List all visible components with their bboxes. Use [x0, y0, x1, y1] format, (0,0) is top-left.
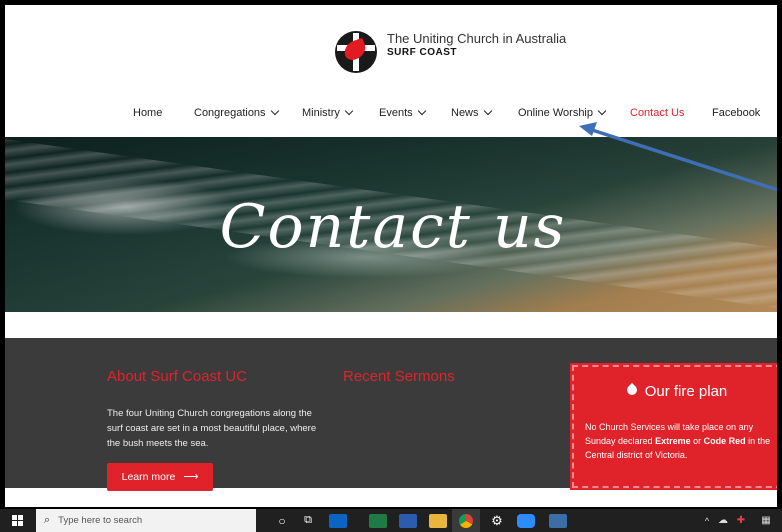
photos-icon[interactable] — [548, 509, 568, 532]
search-icon: ⌕ — [44, 514, 51, 526]
chrome-icon[interactable] — [452, 509, 480, 532]
onedrive-cloud-icon[interactable]: ☁ — [716, 509, 730, 532]
windows-logo-icon — [11, 515, 23, 526]
keyboard-icon[interactable]: ▦ — [756, 509, 776, 532]
taskbar-search[interactable]: ⌕ Type here to search — [36, 509, 256, 532]
zoom-icon[interactable] — [516, 509, 536, 532]
start-button[interactable] — [6, 509, 28, 532]
cortana-icon[interactable]: ○ — [274, 509, 290, 532]
annotation-arrow — [579, 122, 777, 192]
task-view-icon[interactable]: ⧉ — [300, 509, 316, 532]
outlook-icon[interactable] — [328, 509, 348, 532]
browser-viewport: The Uniting Church in Australia SURF COA… — [3, 3, 779, 509]
word-icon[interactable] — [398, 509, 418, 532]
chevron-up-icon[interactable]: ^ — [700, 509, 714, 532]
teams-tray-icon[interactable]: ✚ — [734, 509, 748, 532]
windows-taskbar: ⌕ Type here to search ○ ⧉ ⚙ ^ ☁ ✚ ▦ — [0, 509, 782, 532]
settings-gear-icon[interactable]: ⚙ — [488, 509, 506, 532]
search-placeholder: Type here to search — [58, 515, 143, 526]
file-explorer-icon[interactable] — [428, 509, 448, 532]
annotation-arrow-head — [579, 122, 597, 136]
excel-icon[interactable] — [368, 509, 388, 532]
annotation-arrow-line — [588, 127, 777, 192]
